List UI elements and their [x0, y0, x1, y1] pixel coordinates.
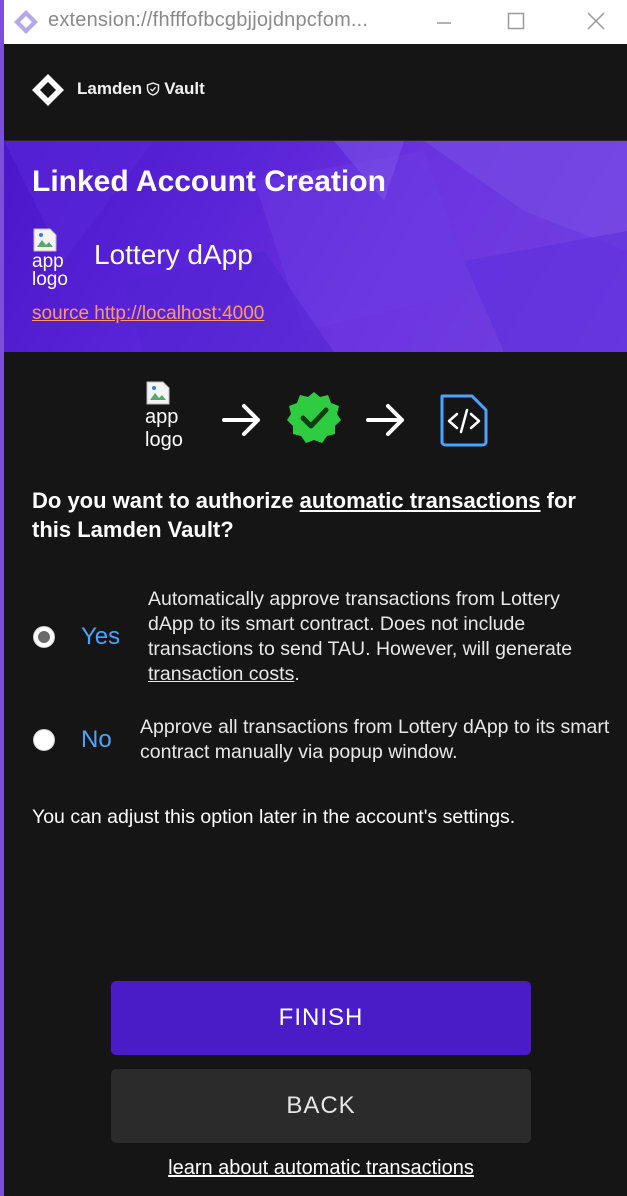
- maximize-icon: [507, 12, 525, 30]
- app-logo-alt: app logo: [32, 251, 68, 290]
- flow-app-logo-alt: app logo: [145, 406, 183, 451]
- finish-button[interactable]: FINISH: [111, 981, 531, 1055]
- hero-banner: Linked Account Creation app logo Lottery…: [4, 141, 627, 352]
- learn-more-link[interactable]: learn about automatic transactions: [0, 1157, 627, 1180]
- code-file-icon: [440, 394, 488, 447]
- yes-description-text: Automatically approve transactions from …: [148, 588, 573, 660]
- no-label[interactable]: No: [81, 726, 112, 754]
- automatic-transactions-link[interactable]: automatic transactions: [300, 488, 541, 513]
- shield-icon: [146, 82, 160, 96]
- page-title: Linked Account Creation: [32, 165, 386, 198]
- minimize-icon: [437, 22, 451, 24]
- close-icon: [587, 12, 605, 30]
- minimize-button[interactable]: [424, 6, 464, 36]
- back-button[interactable]: BACK: [111, 1069, 531, 1143]
- yes-description: Automatically approve transactions from …: [148, 587, 608, 687]
- brand-name: Lamden Vault: [77, 79, 205, 99]
- maximize-button[interactable]: [496, 6, 536, 36]
- yes-description-end: .: [294, 663, 300, 685]
- brand-lamden: Lamden: [77, 79, 143, 98]
- no-description: Approve all transactions from Lottery dA…: [140, 716, 610, 763]
- authorization-flow: app logo: [0, 378, 627, 468]
- verified-check-icon: [287, 392, 341, 443]
- broken-image-icon: [33, 228, 57, 252]
- yes-radio[interactable]: [33, 626, 55, 648]
- source-link[interactable]: source http://localhost:4000: [32, 303, 264, 325]
- broken-image-icon: [146, 381, 170, 405]
- app-header: Lamden Vault: [4, 44, 627, 141]
- authorization-question: Do you want to authorize automatic trans…: [32, 486, 612, 544]
- app-logo: app logo: [32, 227, 78, 290]
- flow-app-logo: app logo: [145, 380, 195, 452]
- yes-label[interactable]: Yes: [81, 623, 120, 651]
- adjust-note: You can adjust this option later in the …: [32, 806, 516, 828]
- question-text-1: Do you want to authorize: [32, 488, 300, 513]
- app-name: Lottery dApp: [94, 239, 253, 270]
- close-button[interactable]: [576, 6, 616, 36]
- transaction-costs-link[interactable]: transaction costs: [148, 663, 294, 685]
- diamond-logo-icon: [32, 74, 64, 106]
- arrow-right-icon: [222, 404, 260, 436]
- browser-titlebar: extension://fhfffofbcgbjjojdnpcfom...: [4, 0, 627, 44]
- address-text: extension://fhfffofbcgbjjojdnpcfom...: [48, 9, 369, 31]
- extension-diamond-icon: [14, 10, 38, 34]
- no-radio[interactable]: [33, 729, 55, 751]
- brand-vault: Vault: [164, 79, 205, 98]
- arrow-right-icon: [366, 404, 404, 436]
